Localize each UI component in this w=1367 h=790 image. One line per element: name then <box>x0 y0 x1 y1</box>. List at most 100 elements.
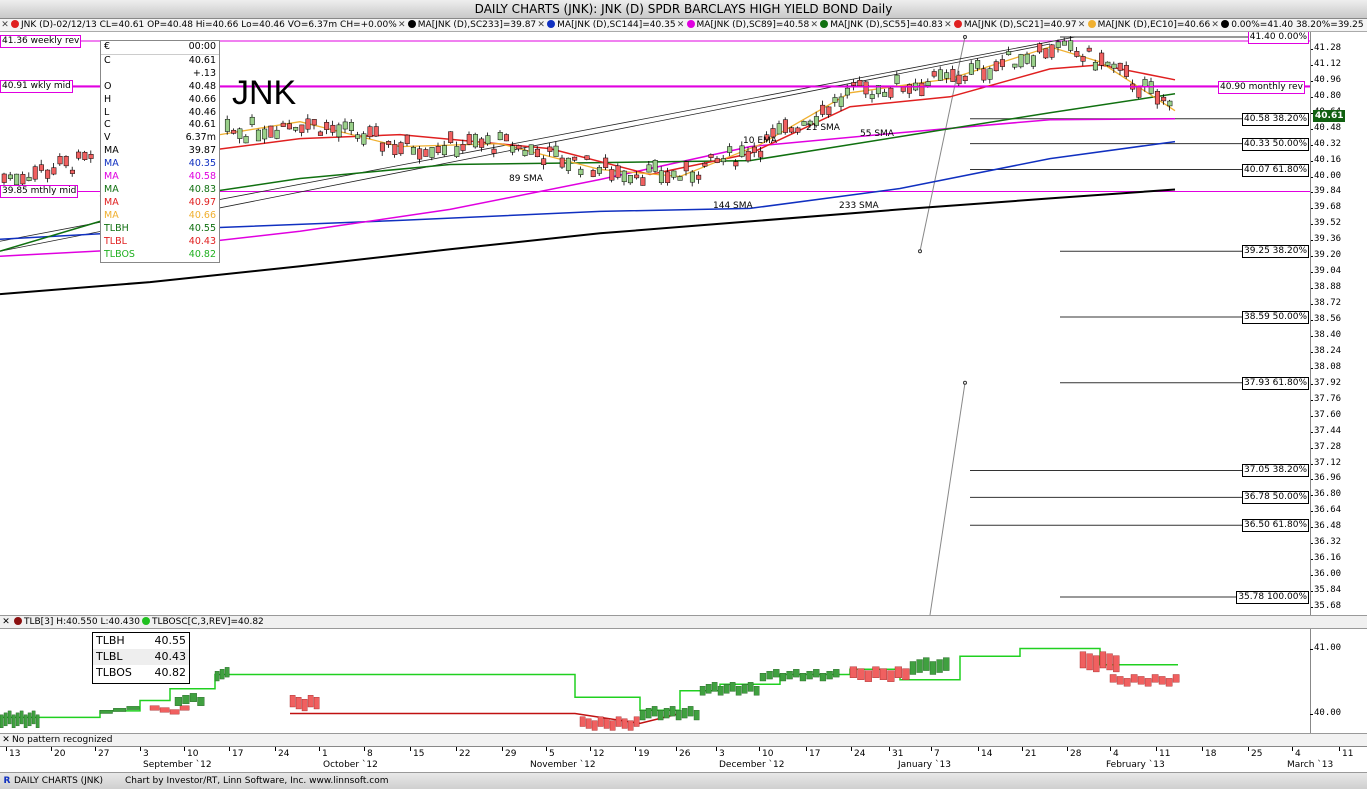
fib-level-label: 37.93 61.80% <box>1242 376 1309 390</box>
close-icon[interactable]: ✕ <box>943 19 953 31</box>
candle-body <box>565 157 571 171</box>
close-icon[interactable]: ✕ <box>536 19 546 31</box>
series-color-dot <box>686 20 695 28</box>
x-tick <box>1022 747 1023 751</box>
tlb-box-row: TLBH 40.55 <box>93 633 189 649</box>
tlb-brick <box>113 708 127 712</box>
close-icon[interactable]: ✕ <box>676 19 686 31</box>
x-day-label: 10 <box>187 749 199 759</box>
tlb-brick <box>179 705 190 711</box>
tlb-brick <box>747 682 754 692</box>
close-icon[interactable]: ✕ <box>0 19 10 31</box>
tlb-brick <box>786 671 793 680</box>
data-window-key: TLBH <box>104 222 129 234</box>
legend-item[interactable]: ✕ MA[JNK (D),SC233]=39.87 <box>397 20 536 30</box>
app-logo-icon: R <box>3 776 11 786</box>
candle-body <box>45 169 51 179</box>
series-color-dot <box>547 20 556 28</box>
y-tick-label: 36.32 <box>1311 537 1342 548</box>
tlb-brick <box>295 697 302 710</box>
date-axis[interactable]: 13 20 27 3 10 17 24 1 8 15 22 29 5 12 19 26 3 10 17 24 31 7 14… <box>0 746 1367 772</box>
tlb-brick <box>759 673 767 682</box>
candle-body <box>1018 54 1024 68</box>
tlb-brick <box>806 671 813 680</box>
candle-body <box>838 96 844 107</box>
candle-body <box>243 136 249 144</box>
legend-item[interactable]: ✕ MA[JNK (D),SC21]=40.97 <box>943 20 1077 30</box>
tlb-brick <box>35 714 40 729</box>
close-icon[interactable]: ✕ <box>809 19 819 31</box>
y-tick-label: 36.96 <box>1311 473 1342 484</box>
legend-item[interactable]: ✕ JNK (D)-02/12/13 CL=40.61 OP=40.48 Hi=4… <box>0 20 397 30</box>
data-window-value: 6.37m <box>185 132 216 144</box>
x-tick <box>1110 747 1111 751</box>
candle-body <box>466 134 472 145</box>
data-window-header-cell: € <box>104 41 111 52</box>
data-window-key: MA <box>104 183 119 195</box>
x-day-label: 31 <box>892 749 904 759</box>
x-day-label: 7 <box>934 749 940 759</box>
tlb-box-key: TLBL <box>96 650 123 663</box>
close-icon[interactable]: ✕ <box>1077 19 1087 31</box>
candle-body <box>224 119 230 132</box>
data-window-row: C 40.61 <box>101 55 219 68</box>
tlb-box-value: 40.82 <box>154 666 187 679</box>
tlb-brick <box>711 682 718 692</box>
candle-body <box>609 169 615 181</box>
tlb-brick <box>597 716 604 727</box>
tlb-brick <box>1106 653 1113 671</box>
legend-item[interactable]: ✕ MA[JNK (D),EC10]=40.66 <box>1077 19 1210 31</box>
candle-body <box>634 174 640 179</box>
tlb-box-row: TLBOS 40.82 <box>93 665 189 681</box>
tlb-brick <box>31 710 36 725</box>
data-window-key: MA <box>104 158 119 170</box>
candle-body <box>336 124 342 138</box>
candle-body <box>776 123 782 135</box>
x-month-label: December `12 <box>719 760 785 770</box>
candle-body <box>51 167 57 175</box>
y-tick-label: 36.00 <box>1311 569 1342 580</box>
close-pane-icon[interactable]: ✕ <box>0 616 12 628</box>
legend-item[interactable]: ✕ MA[JNK (D),SC55]=40.83 <box>809 20 943 30</box>
tlb-brick <box>687 706 694 717</box>
data-window-value: 40.97 <box>188 196 216 208</box>
x-tick <box>806 747 807 751</box>
candle-body <box>1161 96 1167 102</box>
data-window-value: 40.61 <box>188 119 216 131</box>
legend-item[interactable]: ✕ MA[JNK (D),SC144]=40.35 <box>536 19 676 31</box>
close-pattern-icon[interactable]: ✕ <box>0 734 12 746</box>
tlb-pane[interactable] <box>0 629 1310 733</box>
lower-pane-header: ✕ TLB[3] H:40.550 L:40.430 TLBOSC[C,3,REV]… <box>0 615 1367 629</box>
candle-body <box>975 60 981 69</box>
legend-item[interactable]: ✕ MA[JNK (D),SC89]=40.58 <box>676 19 809 31</box>
x-day-label: 5 <box>549 749 555 759</box>
tlbl-line <box>290 712 681 725</box>
candle-body <box>1105 61 1111 66</box>
legend-item[interactable]: ✕ 0.00%=41.40 38.20%=39.25 50.00% <box>1210 20 1367 30</box>
ma-annotation: 233 SMA <box>839 201 879 211</box>
fib-anchor-line <box>929 382 966 615</box>
candle-body <box>863 81 869 95</box>
x-day-label: 24 <box>278 749 290 759</box>
price-axis[interactable]: 41.2841.1240.9640.8040.6440.4840.3240.16… <box>1310 32 1367 615</box>
candle-body <box>268 125 274 138</box>
candle-body <box>572 156 578 161</box>
candle-body <box>1136 86 1142 98</box>
candle-body <box>398 142 404 155</box>
candle-body <box>1099 52 1105 66</box>
y-tick-label: 38.40 <box>1311 329 1342 340</box>
close-icon[interactable]: ✕ <box>397 19 407 31</box>
close-icon[interactable]: ✕ <box>1210 19 1220 31</box>
tlb-brick <box>219 669 225 680</box>
ma-annotation: 144 SMA <box>713 201 753 211</box>
data-window-row: MA 40.66 <box>101 210 219 223</box>
x-month-label: November `12 <box>530 760 596 770</box>
x-tick <box>931 747 932 751</box>
candle-body <box>342 121 348 130</box>
tlb-brick <box>813 669 820 678</box>
data-window-value: 40.61 <box>188 54 216 66</box>
candle-body <box>404 134 410 144</box>
tlb-brick <box>1123 678 1131 687</box>
tlb-brick <box>872 666 880 678</box>
x-day-label: 17 <box>809 749 821 759</box>
